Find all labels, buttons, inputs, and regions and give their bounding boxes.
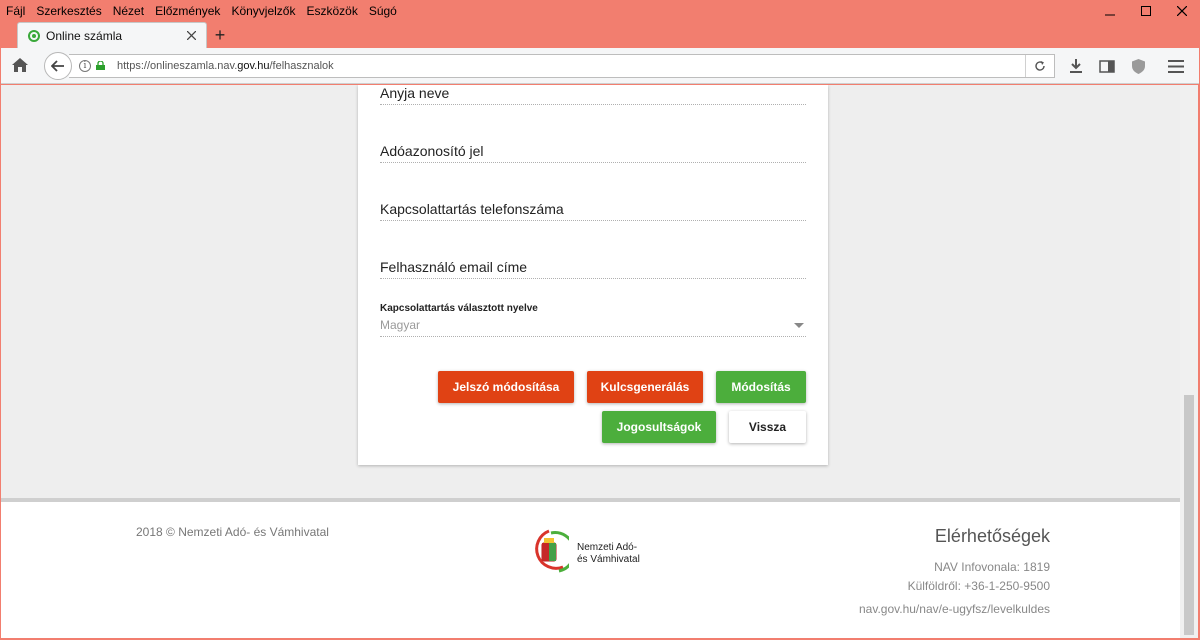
- hamburger-menu-icon: [1168, 59, 1184, 73]
- arrow-left-icon: [51, 60, 64, 72]
- email-field[interactable]: Felhasználó email címe: [380, 259, 806, 279]
- close-window-button[interactable]: [1164, 0, 1200, 22]
- phone-field[interactable]: Kapcsolattartás telefonszáma: [380, 201, 806, 221]
- tab-title: Online számla: [46, 28, 123, 43]
- navigation-toolbar: i https://onlineszamla.nav.gov.hu/felhas…: [1, 48, 1199, 84]
- menu-file[interactable]: Fájl: [6, 4, 25, 18]
- maximize-icon: [1141, 6, 1151, 16]
- contacts-heading: Elérhetőségek: [934, 526, 1050, 546]
- menu-history[interactable]: Előzmények: [155, 4, 220, 18]
- browser-tab[interactable]: Online számla: [17, 22, 207, 48]
- close-icon: [1177, 6, 1187, 16]
- language-select-label: Kapcsolattartás választott nyelve: [380, 303, 538, 314]
- field-label: Anyja neve: [380, 85, 450, 101]
- nav-logo[interactable]: Nemzeti Adó- és Vámhivatal: [529, 527, 649, 587]
- new-tab-button[interactable]: +: [210, 25, 230, 45]
- home-icon: [12, 58, 28, 72]
- back-button[interactable]: [44, 52, 72, 80]
- download-icon: [1070, 59, 1082, 73]
- info-icon[interactable]: i: [79, 60, 91, 72]
- back-form-button[interactable]: Vissza: [729, 411, 806, 443]
- home-button[interactable]: [11, 57, 31, 75]
- field-label: Kapcsolattartás telefonszáma: [380, 201, 564, 217]
- site-favicon-icon: [28, 29, 40, 42]
- contact-link[interactable]: nav.gov.hu/nav/e-ugyfsz/levelkuldes: [859, 602, 1050, 616]
- abroad-phone-text: Külföldről: +36-1-250-9500: [907, 579, 1050, 593]
- change-password-button[interactable]: Jelszó módosítása: [438, 371, 574, 403]
- minimize-icon: [1105, 14, 1115, 16]
- infoline-text: NAV Infovonala: 1819: [934, 560, 1050, 574]
- modify-button[interactable]: Módosítás: [716, 371, 806, 403]
- url-text: https://onlineszamla.nav.gov.hu/felhaszn…: [117, 60, 334, 72]
- reload-button[interactable]: [1025, 55, 1054, 77]
- caret-down-icon: [794, 323, 804, 328]
- shield-icon: [1131, 58, 1145, 74]
- menu-button[interactable]: [1167, 58, 1185, 74]
- scrollbar-thumb[interactable]: [1184, 395, 1194, 635]
- field-label: Felhasználó email címe: [380, 259, 528, 275]
- tab-close-button[interactable]: [180, 25, 202, 47]
- maximize-button[interactable]: [1128, 0, 1164, 22]
- menu-bookmarks[interactable]: Könyvjelzők: [231, 4, 295, 18]
- menu-view[interactable]: Nézet: [113, 4, 144, 18]
- menu-tools[interactable]: Eszközök: [306, 4, 357, 18]
- field-label: Adóazonosító jel: [380, 143, 484, 159]
- browser-window: Fájl Szerkesztés Nézet Előzmények Könyvj…: [0, 0, 1200, 640]
- footer: 2018 © Nemzeti Adó- és Vámhivatal Nemzet…: [1, 502, 1180, 638]
- menu-bar: Fájl Szerkesztés Nézet Előzmények Könyvj…: [0, 0, 1090, 22]
- menu-edit[interactable]: Szerkesztés: [36, 4, 101, 18]
- shield-button[interactable]: [1129, 58, 1147, 74]
- page-content: Anyja neve Adóazonosító jel Kapcsolattar…: [1, 85, 1180, 638]
- plus-icon: +: [214, 24, 226, 45]
- minimize-button[interactable]: [1092, 0, 1128, 22]
- copyright-text: 2018 © Nemzeti Adó- és Vámhivatal: [136, 525, 329, 539]
- close-icon: [186, 31, 196, 40]
- sidebar-icon: [1099, 59, 1115, 73]
- vertical-scrollbar[interactable]: [1180, 85, 1198, 638]
- sidebar-button[interactable]: [1098, 58, 1116, 74]
- downloads-button[interactable]: [1067, 58, 1085, 74]
- permissions-button[interactable]: Jogosultságok: [602, 411, 716, 443]
- logo-text: Nemzeti Adó- és Vámhivatal: [577, 542, 640, 565]
- nav-crest-icon: [535, 529, 569, 573]
- language-select-value: Magyar: [380, 318, 421, 332]
- address-bar[interactable]: i https://onlineszamla.nav.gov.hu/felhas…: [69, 54, 1055, 78]
- language-select[interactable]: Magyar: [380, 318, 806, 337]
- menu-help[interactable]: Súgó: [369, 4, 397, 18]
- user-form-card: Anyja neve Adóazonosító jel Kapcsolattar…: [358, 85, 828, 465]
- tax-id-field[interactable]: Adóazonosító jel: [380, 143, 806, 163]
- key-generation-button[interactable]: Kulcsgenerálás: [587, 371, 703, 403]
- reload-icon: [1035, 61, 1045, 71]
- mother-name-field[interactable]: Anyja neve: [380, 85, 806, 105]
- lock-icon: [96, 61, 105, 70]
